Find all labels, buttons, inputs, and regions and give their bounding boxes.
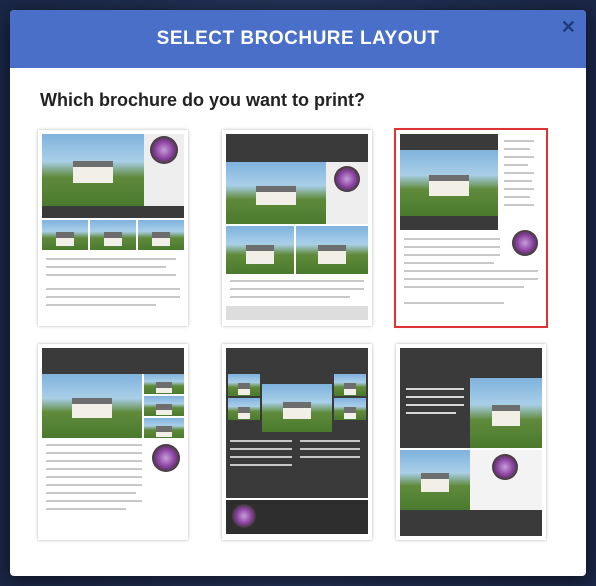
house-photo [262,384,332,432]
modal-header: SELECT BROCHURE LAYOUT ✕ [10,10,586,68]
text-line [404,238,500,240]
text-line [46,460,142,462]
brochure-layout-2[interactable] [222,130,372,326]
brochure-layout-1[interactable] [38,130,188,326]
feature-line [504,164,528,166]
house-photo [228,398,260,420]
brochure-layout-4[interactable] [38,344,188,540]
feature-line [504,188,534,190]
agent-photo [150,136,178,164]
brochure-layout-6[interactable] [396,344,546,540]
text-line [406,396,464,398]
text-line [406,412,456,414]
house-photo [228,374,260,396]
house-photo [90,220,136,250]
brochure-layout-5[interactable] [222,344,372,540]
house-photo [138,220,184,250]
house-photo [334,398,366,420]
text-line [300,456,360,458]
text-line [46,258,176,260]
text-line [46,288,180,290]
agent-photo [334,166,360,192]
text-line [46,492,136,494]
text-line [46,500,142,502]
text-line [404,302,504,304]
brochure-layout-3[interactable] [394,128,548,328]
house-photo [42,220,88,250]
select-brochure-modal: SELECT BROCHURE LAYOUT ✕ Which brochure … [10,10,586,576]
text-line [404,262,494,264]
address-bar [42,206,184,218]
text-line [46,468,142,470]
agent-photo [492,454,518,480]
header-bar [400,348,542,378]
text-line [230,448,292,450]
text-line [46,476,142,478]
text-line [46,484,142,486]
brochure-question: Which brochure do you want to print? [40,90,365,110]
text-line [230,288,364,290]
house-photo [334,374,366,396]
header-bar [226,134,368,162]
text-line [230,280,364,282]
feature-line [504,140,534,142]
text-line [46,452,142,454]
house-photo [296,226,368,274]
house-photo [226,162,326,224]
feature-line [504,156,534,158]
header-bar [400,134,498,150]
text-line [404,270,538,272]
modal-title: SELECT BROCHURE LAYOUT [156,28,440,49]
text-line [300,448,360,450]
house-photo [400,450,470,510]
text-line [404,278,538,280]
feature-line [504,172,534,174]
house-photo [226,226,294,274]
text-line [46,508,126,510]
house-photo [42,134,144,206]
feature-line [504,148,530,150]
text-line [404,246,500,248]
text-line [406,404,464,406]
agent-photo [232,504,256,528]
text-line [46,274,176,276]
footer-bar [400,510,542,536]
text-line [46,444,142,446]
layout-grid [38,128,558,540]
text-line [300,440,360,442]
header-bar [42,348,184,374]
text-line [404,286,524,288]
footer-bar [226,306,368,320]
agent-photo [152,444,180,472]
text-line [230,456,292,458]
house-photo [470,378,542,448]
text-line [230,464,292,466]
house-photo [144,374,184,394]
agent-photo [512,230,538,256]
text-line [404,254,500,256]
feature-line [504,196,530,198]
text-line [46,304,156,306]
text-line [230,440,292,442]
text-line [46,266,166,268]
house-photo [400,150,498,216]
text-line [406,388,464,390]
house-photo [144,418,184,438]
house-photo [144,396,184,416]
close-icon[interactable]: ✕ [561,18,576,36]
house-photo [42,374,142,438]
feature-line [504,204,534,206]
price-bar [400,216,498,230]
text-line [230,296,350,298]
feature-line [504,180,532,182]
text-line [46,296,180,298]
